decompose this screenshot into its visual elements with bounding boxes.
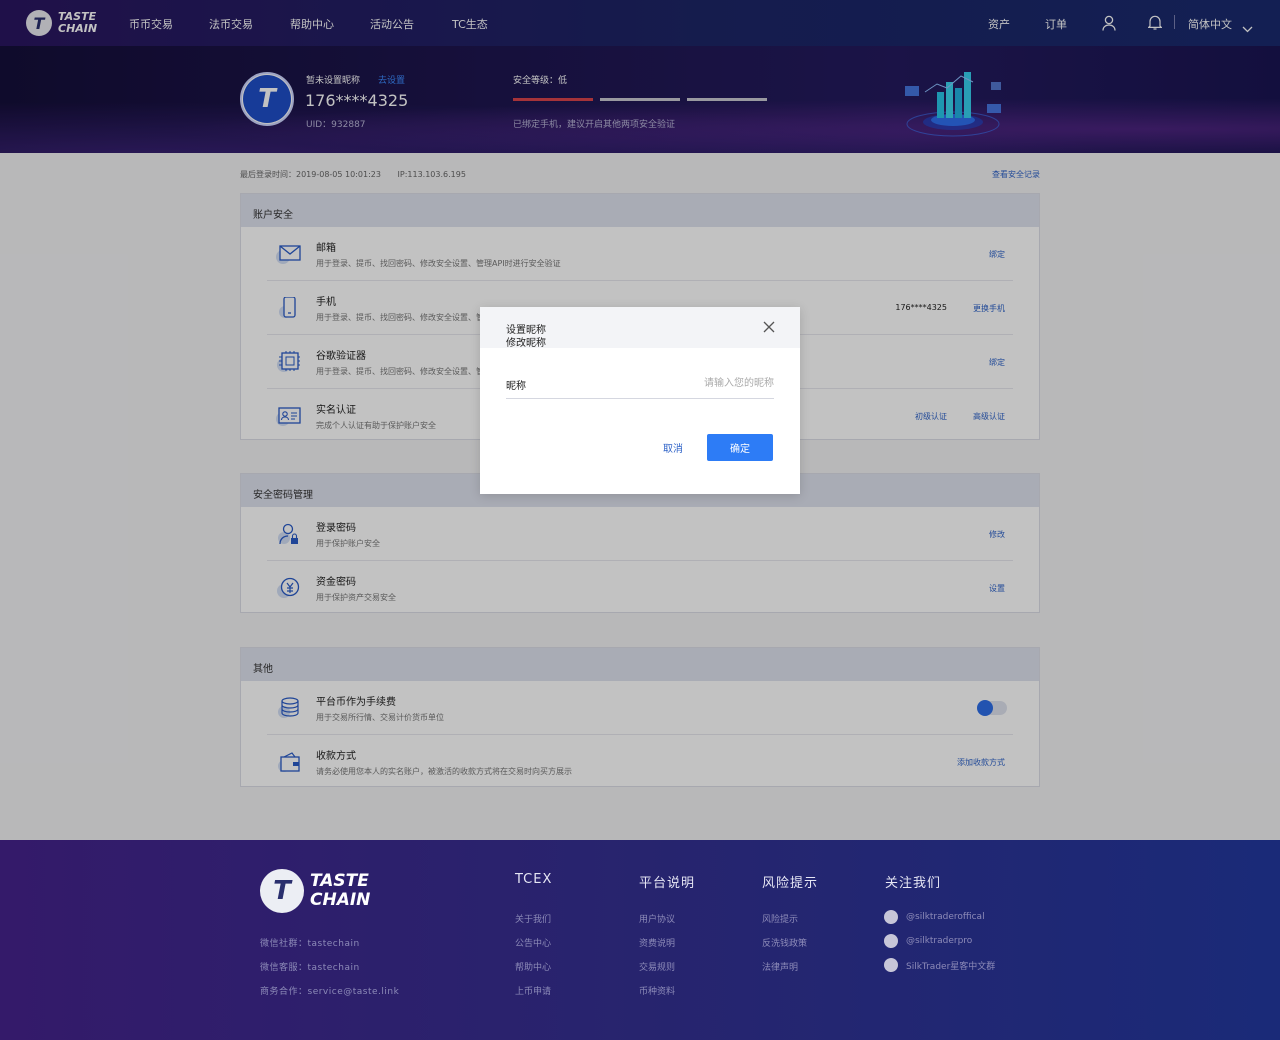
nickname-input[interactable] xyxy=(566,373,774,393)
modal-header: 设置昵称 修改昵称 xyxy=(480,307,800,349)
footer-link-aml[interactable]: 反洗钱政策 xyxy=(762,936,807,949)
social-icon xyxy=(884,958,898,972)
footer-link-risk[interactable]: 风险提示 xyxy=(762,912,798,925)
footer: T TASTE CHAIN 微信社群：tastechain 微信客服：taste… xyxy=(0,840,1280,1040)
footer-col-title-risk: 风险提示 xyxy=(762,876,819,891)
footer-logo-line2: CHAIN xyxy=(310,890,371,910)
footer-link-help[interactable]: 帮助中心 xyxy=(515,960,551,973)
footer-link-trading-rules[interactable]: 交易规则 xyxy=(639,960,675,973)
cancel-button[interactable]: 取消 xyxy=(663,440,683,455)
modal-subtitle: 修改昵称 xyxy=(506,338,546,349)
social-icon xyxy=(884,934,898,948)
social-icon xyxy=(884,910,898,924)
close-icon[interactable] xyxy=(762,320,776,334)
footer-link-about[interactable]: 关于我们 xyxy=(515,912,551,925)
footer-social-official[interactable]: @silktraderoffical xyxy=(884,910,985,924)
footer-link-fees[interactable]: 资费说明 xyxy=(639,936,675,949)
footer-link-legal[interactable]: 法律声明 xyxy=(762,960,798,973)
contact-wechat-service: 微信客服：tastechain xyxy=(260,963,360,973)
footer-link-user-agreement[interactable]: 用户协议 xyxy=(639,912,675,925)
nickname-label: 昵称 xyxy=(506,381,526,392)
set-nickname-modal: 设置昵称 修改昵称 昵称 取消 确定 xyxy=(480,307,800,494)
footer-logo-line1: TASTE xyxy=(310,871,369,891)
confirm-button[interactable]: 确定 xyxy=(707,434,773,461)
footer-social-pro[interactable]: @silktraderpro xyxy=(884,934,972,948)
contact-business: 商务合作：service@taste.link xyxy=(260,987,400,997)
input-underline xyxy=(506,398,774,399)
footer-logo-mark: T xyxy=(260,869,304,913)
footer-col-title-platform: 平台说明 xyxy=(639,876,696,891)
footer-col-title-follow: 关注我们 xyxy=(885,876,942,891)
footer-logo[interactable]: T TASTE CHAIN xyxy=(260,869,370,913)
footer-link-coin-info[interactable]: 币种资料 xyxy=(639,984,675,997)
contact-wechat-group: 微信社群：tastechain xyxy=(260,939,360,949)
footer-col-title-tcex: TCEX xyxy=(515,872,553,887)
footer-link-listing[interactable]: 上币申请 xyxy=(515,984,551,997)
footer-link-announcements[interactable]: 公告中心 xyxy=(515,936,551,949)
footer-social-group[interactable]: SilkTrader星客中文群 xyxy=(884,958,995,972)
